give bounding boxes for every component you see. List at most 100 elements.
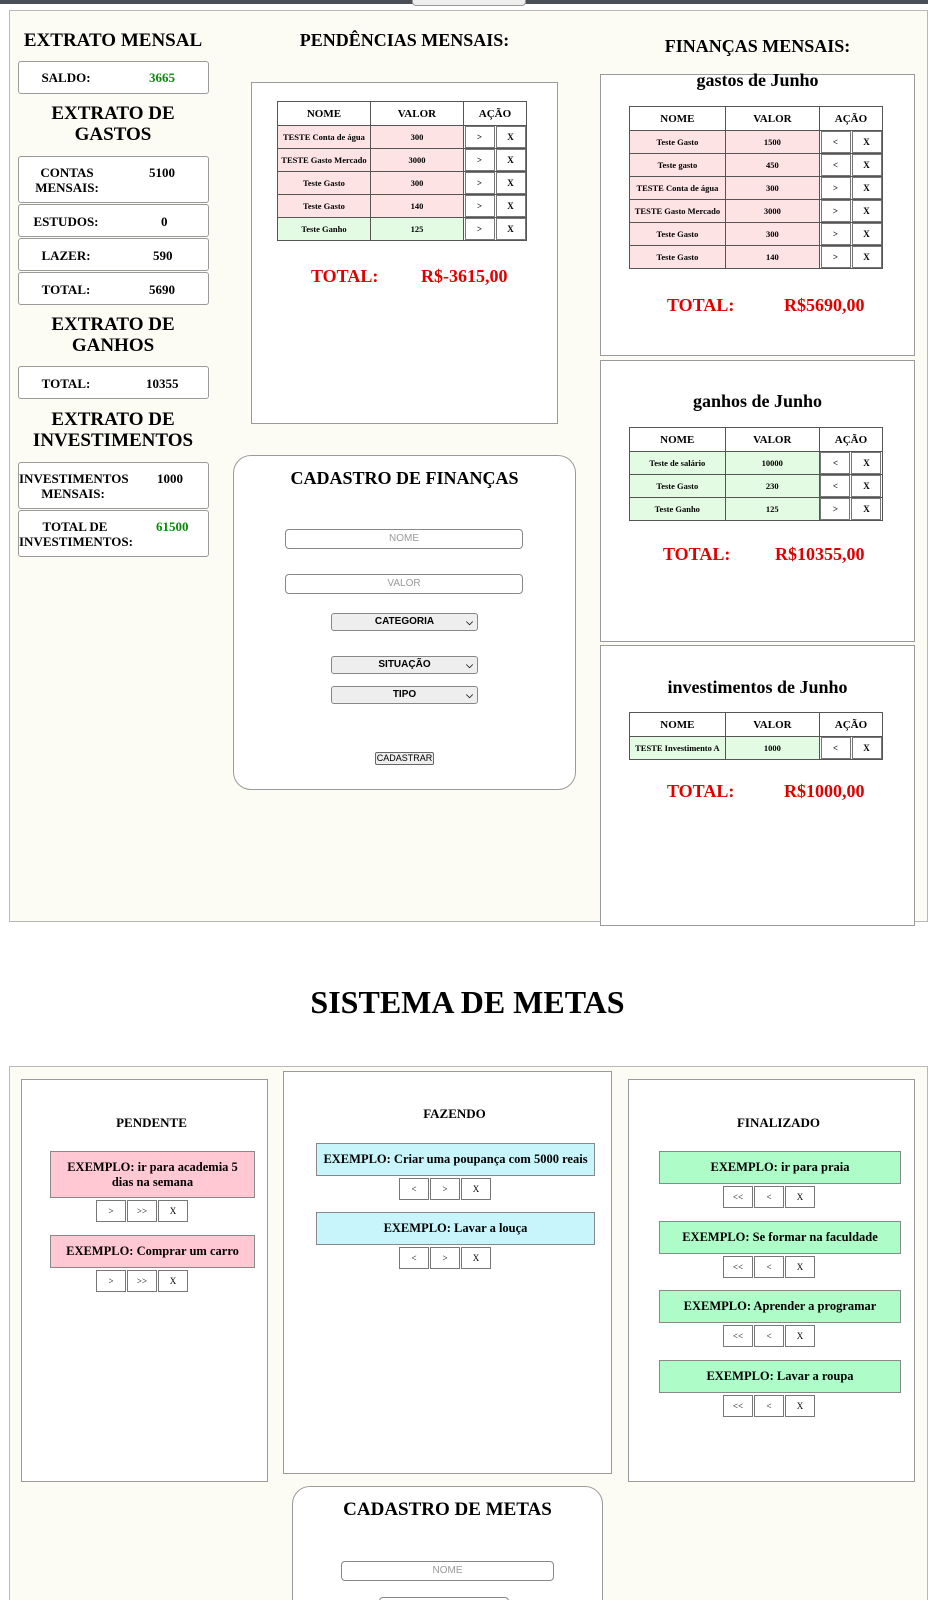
col-acao: AÇÃO	[819, 712, 883, 737]
ganhos-title: ganhos de Junho	[692, 391, 823, 411]
delete-goal-button[interactable]: X	[785, 1186, 815, 1208]
row-acao: > X	[819, 199, 883, 223]
move-button[interactable]: >	[464, 126, 495, 148]
row-acao: > X	[463, 125, 527, 149]
delete-button[interactable]: X	[495, 126, 526, 148]
move-button[interactable]: <	[820, 452, 851, 474]
move-button[interactable]: <	[820, 737, 851, 759]
table-row: Teste gasto 450 < X	[629, 153, 883, 177]
total-gastos-value: 5690	[149, 282, 175, 297]
financa-nome-input[interactable]: NOME	[285, 529, 523, 549]
move-button[interactable]: <	[820, 475, 851, 497]
delete-button[interactable]: X	[851, 475, 882, 497]
goal-card: EXEMPLO: Criar uma poupança com 5000 rea…	[316, 1143, 595, 1176]
row-valor: 300	[369, 171, 465, 195]
delete-button[interactable]: X	[495, 218, 526, 240]
move-goal-button[interactable]: <<	[723, 1325, 753, 1347]
move-goal-button[interactable]: <	[399, 1178, 429, 1200]
row-acao: < X	[819, 153, 883, 177]
table-row: Teste de salário 10000 < X	[629, 451, 884, 475]
tipo-select[interactable]: TIPO ⌵	[331, 686, 478, 704]
delete-button[interactable]: X	[851, 737, 882, 759]
delete-goal-button[interactable]: X	[785, 1256, 815, 1278]
move-goal-button[interactable]: <	[399, 1247, 429, 1269]
row-valor: 300	[724, 176, 821, 200]
row-valor: 140	[724, 245, 821, 269]
move-button[interactable]: <	[820, 154, 851, 176]
situacao-select[interactable]: SITUAÇÃO ⌵	[331, 656, 478, 674]
move-goal-button[interactable]: >	[430, 1247, 460, 1269]
move-goal-button[interactable]: >>	[127, 1200, 157, 1222]
goal-card: EXEMPLO: Lavar a louça	[316, 1212, 595, 1245]
delete-button[interactable]: X	[851, 200, 882, 222]
delete-button[interactable]: X	[495, 195, 526, 217]
meta-nome-input[interactable]: NOME	[341, 1561, 554, 1581]
estudos-label: ESTUDOS:	[33, 214, 99, 229]
table-row: Teste Gasto 230 < X	[629, 474, 884, 498]
move-goal-button[interactable]: <<	[723, 1186, 753, 1208]
delete-goal-button[interactable]: X	[785, 1325, 815, 1347]
row-nome: Teste Gasto	[629, 474, 726, 498]
move-goal-button[interactable]: >	[96, 1200, 126, 1222]
move-button[interactable]: >	[464, 172, 495, 194]
delete-button[interactable]: X	[851, 246, 882, 268]
pendencias-title: PENDÊNCIAS MENSAIS:	[299, 30, 510, 50]
row-valor: 10000	[724, 451, 820, 475]
financas-title: FINANÇAS MENSAIS:	[664, 36, 851, 56]
move-button[interactable]: >	[464, 218, 495, 240]
delete-button[interactable]: X	[851, 131, 882, 153]
move-goal-button[interactable]: >	[96, 1270, 126, 1292]
financa-valor-input[interactable]: VALOR	[285, 574, 523, 594]
gastos-extrato-title: EXTRATO DE GASTOS	[51, 103, 175, 145]
move-goal-button[interactable]: >	[430, 1178, 460, 1200]
delete-button[interactable]: X	[495, 172, 526, 194]
move-button[interactable]: >	[464, 195, 495, 217]
delete-goal-button[interactable]: X	[461, 1247, 491, 1269]
table-row: Teste Gasto 140 > X	[629, 245, 883, 269]
move-button[interactable]: >	[820, 177, 851, 199]
move-button[interactable]: >	[820, 200, 851, 222]
table-row: Teste Gasto 1500 < X	[629, 130, 883, 154]
move-button[interactable]: >	[820, 498, 851, 520]
delete-goal-button[interactable]: X	[461, 1178, 491, 1200]
move-goal-button[interactable]: <	[754, 1395, 784, 1417]
delete-button[interactable]: X	[851, 223, 882, 245]
delete-button[interactable]: X	[851, 154, 882, 176]
move-goal-button[interactable]: <	[754, 1186, 784, 1208]
table-row: TESTE Investimento A 1000 < X	[629, 736, 883, 760]
col-valor: VALOR	[724, 712, 821, 737]
fazendo-column	[283, 1071, 612, 1474]
move-goal-button[interactable]: <<	[723, 1395, 753, 1417]
row-acao: < X	[819, 130, 883, 154]
situacao-select-value: SITUAÇÃO	[378, 659, 431, 670]
delete-goal-button[interactable]: X	[158, 1200, 188, 1222]
pendencias-table: NOME VALOR AÇÃO TESTE Conta de água 300 > X…	[277, 101, 527, 241]
delete-button[interactable]: X	[851, 177, 882, 199]
row-valor: 125	[369, 217, 465, 241]
row-acao: < X	[818, 474, 884, 498]
browser-tab[interactable]	[412, 0, 526, 6]
delete-button[interactable]: X	[495, 149, 526, 171]
move-button[interactable]: <	[820, 131, 851, 153]
move-button[interactable]: >	[464, 149, 495, 171]
row-acao: < X	[819, 736, 883, 760]
row-nome: Teste Ganho	[277, 217, 371, 241]
finalizado-column	[628, 1079, 915, 1482]
categoria-select[interactable]: CATEGORIA ⌵	[331, 613, 478, 631]
cadastrar-financa-button[interactable]: CADASTRAR	[375, 752, 434, 765]
move-goal-button[interactable]: >>	[127, 1270, 157, 1292]
row-nome: Teste Gasto	[629, 222, 726, 246]
move-button[interactable]: >	[820, 223, 851, 245]
delete-button[interactable]: X	[851, 452, 882, 474]
estudos-box: ESTUDOS: 0	[18, 204, 209, 237]
col-acao: AÇÃO	[463, 101, 527, 126]
move-goal-button[interactable]: <<	[723, 1256, 753, 1278]
delete-goal-button[interactable]: X	[785, 1395, 815, 1417]
move-goal-button[interactable]: <	[754, 1325, 784, 1347]
move-goal-button[interactable]: <	[754, 1256, 784, 1278]
invest-mensais-box: INVESTIMENTOS MENSAIS: 1000	[18, 462, 209, 509]
delete-button[interactable]: X	[851, 498, 882, 520]
move-button[interactable]: >	[820, 246, 851, 268]
goal-card: EXEMPLO: ir para academia 5 dias na sema…	[50, 1151, 255, 1198]
delete-goal-button[interactable]: X	[158, 1270, 188, 1292]
